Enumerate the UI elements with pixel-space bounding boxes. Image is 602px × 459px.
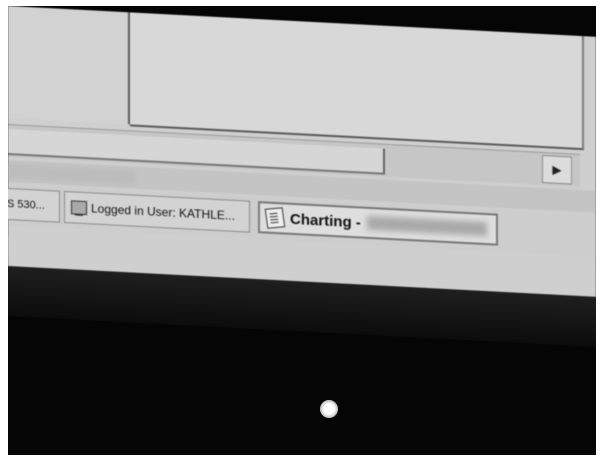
computer-icon xyxy=(71,200,87,216)
notepad-icon xyxy=(264,207,286,229)
photo-border-right xyxy=(596,0,602,459)
status-text-redacted xyxy=(8,164,136,185)
power-led xyxy=(320,400,338,418)
taskbar-item-label: Logged in User: KATHLE... xyxy=(91,201,235,223)
taskbar-item-logged-in-user[interactable]: Logged in User: KATHLE... xyxy=(64,190,250,233)
scroll-right-icon: ▶ xyxy=(552,162,562,178)
photo-border-left xyxy=(0,0,8,459)
screen-photo: ▶ S 530... Logged in User: KATHLE... Cha… xyxy=(0,0,602,459)
left-pane xyxy=(8,6,130,125)
photo-border-bottom xyxy=(0,455,602,459)
scroll-right-button[interactable]: ▶ xyxy=(542,154,572,185)
taskbar-item-app[interactable]: S 530... xyxy=(2,187,60,223)
right-pane xyxy=(130,12,584,151)
photo-border-top xyxy=(0,0,602,6)
taskbar-item-label: Charting - xyxy=(290,210,361,231)
taskbar-item-charting[interactable]: Charting - xyxy=(258,201,498,246)
app-window: ▶ S 530... Logged in User: KATHLE... Cha… xyxy=(2,6,596,297)
redacted-patient-name xyxy=(366,215,487,237)
taskbar-item-label: S 530... xyxy=(7,197,45,212)
